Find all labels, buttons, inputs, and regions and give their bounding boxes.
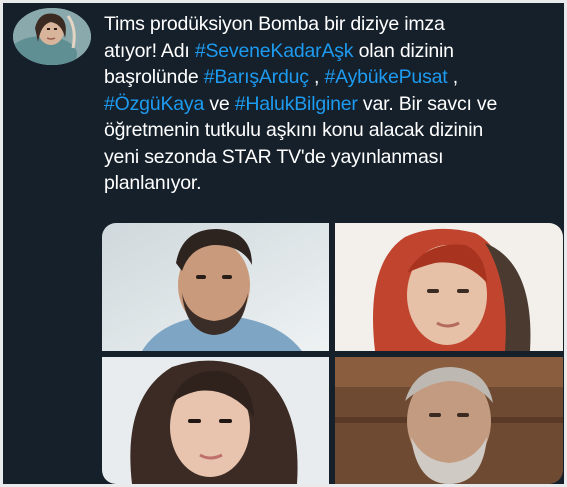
user-avatar[interactable] <box>13 8 91 65</box>
woman-dark-hair-image <box>102 357 329 484</box>
hashtag-link[interactable]: #BarışArduç <box>204 66 309 88</box>
tweet-line: #ÖzgüKaya ve #HalukBilginer var. Bir sav… <box>104 91 562 118</box>
tweet-text-segment: , <box>447 66 458 88</box>
woman-red-hair-image <box>335 223 563 351</box>
avatar-photo <box>13 8 91 65</box>
tweet-line: başrolünde #BarışArduç , #AybükePusat , <box>104 64 562 91</box>
hashtag-link[interactable]: #ÖzgüKaya <box>104 93 204 115</box>
tweet-text-segment: atıyor! Adı <box>104 39 195 62</box>
tweet-line: öğretmenin tutkulu aşkını konu alacak di… <box>104 117 562 144</box>
tweet-line: atıyor! Adı #SeveneKadarAşk olan dizinin <box>104 38 562 65</box>
tweet-text-segment: yeni sezonda STAR TV'de yayınlanması <box>104 145 444 168</box>
photo-woman-red-hair[interactable] <box>335 223 563 351</box>
tweet-text-segment: başrolünde <box>104 66 204 88</box>
photo-older-man-gray-beard[interactable] <box>335 357 563 484</box>
tweet-text-segment: Tims prodüksiyon Bomba bir diziye imza <box>104 13 445 35</box>
tweet-body: Tims prodüksiyon Bomba bir diziye imza at… <box>104 11 562 197</box>
tweet-text-segment: , <box>308 66 325 88</box>
tweet-card: Tims prodüksiyon Bomba bir diziye imza at… <box>0 0 567 487</box>
older-man-portrait-image <box>335 357 563 484</box>
tweet-line: Tims prodüksiyon Bomba bir diziye imza <box>104 11 562 38</box>
tweet-line: yeni sezonda STAR TV'de yayınlanması <box>104 144 562 171</box>
tweet-line: planlanıyor. <box>104 170 562 197</box>
man-portrait-image <box>102 223 329 351</box>
photo-man-beard[interactable] <box>102 223 329 351</box>
photo-woman-dark-hair[interactable] <box>102 357 329 484</box>
tweet-text-segment: planlanıyor. <box>104 172 202 194</box>
tweet-text-segment: olan dizinin <box>353 39 454 62</box>
hashtag-link[interactable]: #SeveneKadarAşk <box>195 40 354 62</box>
tweet-text-segment: var. Bir savcı ve <box>357 92 498 115</box>
tweet-text-segment: öğretmenin tutkulu aşkını konu alacak di… <box>104 119 484 141</box>
hashtag-link[interactable]: #HalukBilginer <box>235 93 358 115</box>
tweet-text-segment: ve <box>204 92 235 115</box>
media-grid[interactable] <box>102 223 563 484</box>
hashtag-link[interactable]: #AybükePusat <box>324 66 447 88</box>
